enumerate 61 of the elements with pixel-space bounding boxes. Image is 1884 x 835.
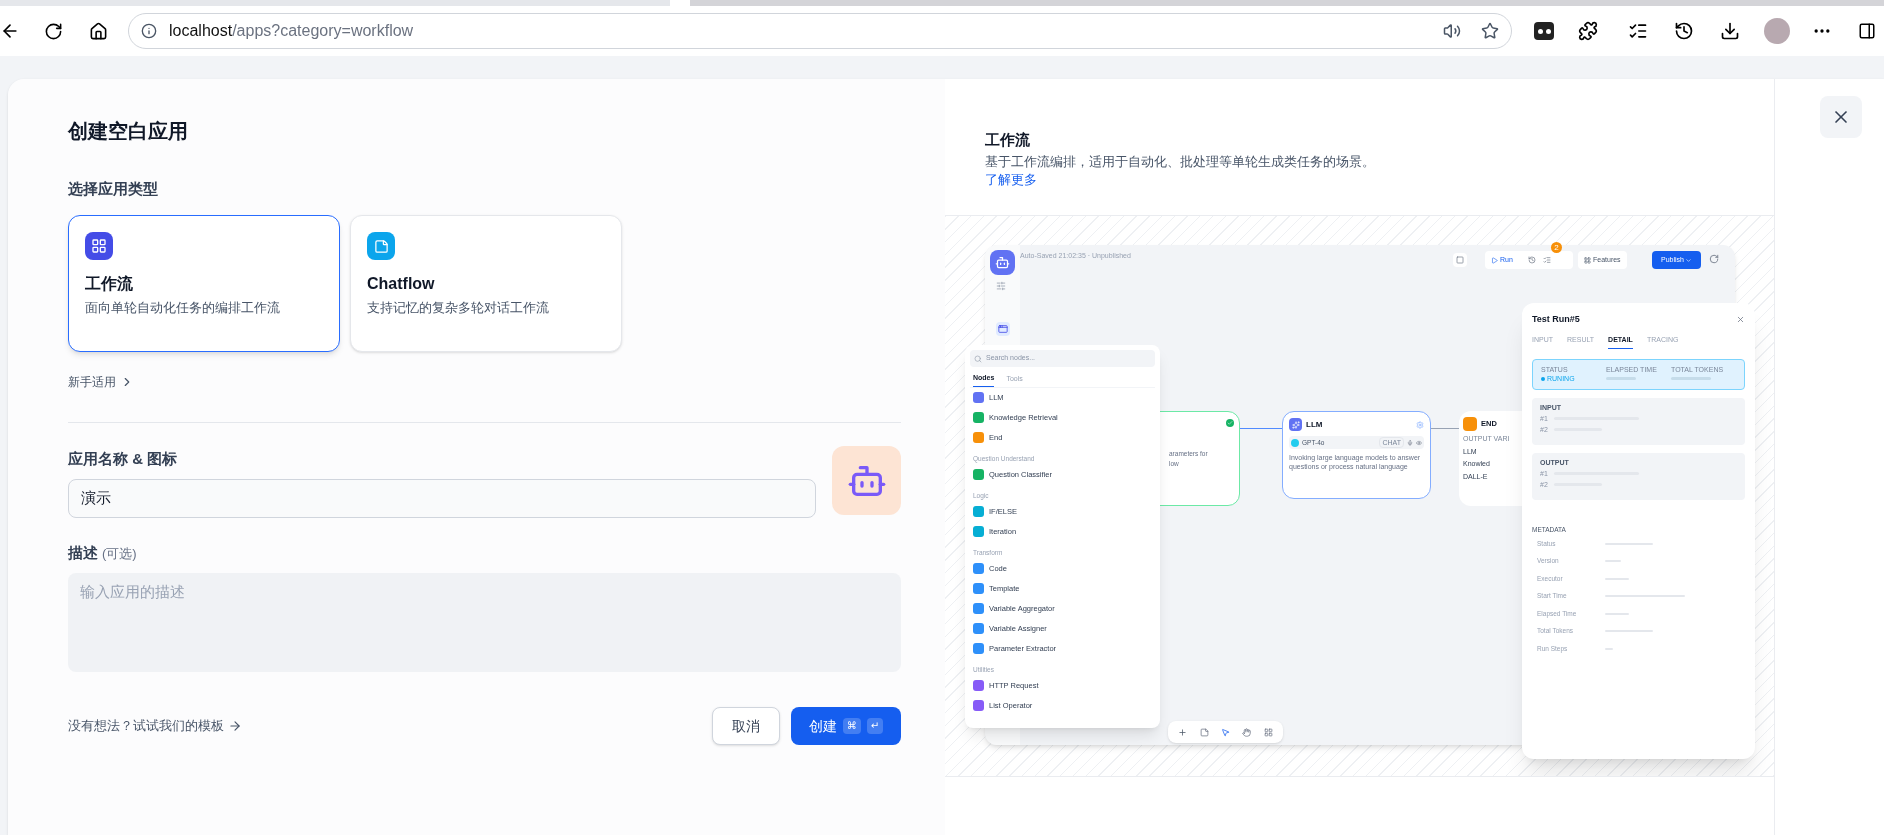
card-description: 支持记忆的复杂多轮对话工作流 — [367, 299, 550, 317]
badge: 2 — [1551, 242, 1562, 253]
field-label: 描述 — [68, 543, 98, 563]
checklist-icon[interactable] — [1542, 256, 1551, 264]
section-label: 选择应用类型 — [68, 179, 159, 199]
template-link[interactable]: 没有想法？试试我们的模板 — [68, 716, 242, 736]
connector-line — [1240, 428, 1282, 429]
beginner-link[interactable]: 新手适用 — [68, 372, 134, 392]
info-icon — [141, 23, 157, 39]
pointer-icon[interactable] — [1220, 727, 1230, 737]
workflow-icon — [85, 232, 113, 260]
history-icon[interactable] — [1674, 21, 1695, 41]
eye-icon — [1416, 439, 1422, 446]
preview-description: 基于工作流编排，适用于自动化、批处理等单轮生成类任务的场景。 了解更多 — [985, 153, 1376, 189]
puzzle-icon[interactable] — [1578, 21, 1599, 41]
chevron-down-icon — [1685, 256, 1692, 264]
star-icon[interactable] — [1481, 22, 1500, 40]
avatar[interactable] — [1764, 18, 1790, 44]
card-title: 工作流 — [85, 274, 134, 294]
connector-line — [1431, 428, 1459, 429]
preview-title: 工作流 — [985, 130, 1031, 150]
home-icon[interactable] — [89, 21, 108, 41]
cancel-button[interactable]: 取消 — [712, 707, 780, 745]
sliders-icon[interactable] — [996, 281, 1006, 291]
reload-icon[interactable] — [44, 21, 63, 41]
learn-more-link[interactable]: 了解更多 — [985, 172, 1037, 187]
download-icon[interactable] — [1720, 21, 1741, 41]
close-button[interactable] — [1820, 96, 1862, 138]
play-icon — [1491, 256, 1498, 264]
window-icon[interactable] — [996, 322, 1010, 336]
close-icon[interactable] — [1736, 315, 1745, 325]
app-type-card[interactable]: 工作流 面向单轮自动化任务的编排工作流 — [68, 215, 340, 352]
microphone-icon — [1407, 439, 1413, 446]
gear-icon — [1416, 420, 1424, 429]
app-type-card[interactable]: Chatflow 支持记忆的复杂多轮对话工作流 — [350, 215, 622, 352]
model-icon — [1291, 438, 1299, 447]
name-field[interactable]: 演示 — [68, 479, 816, 518]
card-description: 面向单轮自动化任务的编排工作流 — [85, 299, 281, 317]
grid-icon — [1584, 256, 1591, 264]
hand-icon[interactable] — [1242, 727, 1252, 737]
description-field[interactable]: 输入应用的描述 — [68, 573, 901, 672]
sidebar-icon[interactable] — [1858, 22, 1876, 40]
url-text: localhost/apps?category=workflow — [169, 21, 414, 41]
optional-note: (可选) — [102, 545, 137, 563]
success-icon — [1226, 419, 1234, 427]
note-icon[interactable] — [1199, 727, 1209, 737]
bot-icon[interactable] — [990, 250, 1015, 275]
add-icon[interactable] — [1178, 727, 1188, 737]
dialog-title: 创建空白应用 — [68, 119, 189, 144]
extension-icon[interactable] — [1534, 22, 1555, 40]
node-title: LLM — [1306, 418, 1323, 431]
create-button[interactable]: 创建 ⌘ ↵ — [791, 707, 901, 745]
speaker-icon[interactable] — [1443, 22, 1462, 40]
app-icon-picker[interactable] — [832, 446, 901, 515]
field-label: 应用名称 & 图标 — [68, 449, 179, 469]
search-icon — [974, 354, 982, 363]
card-title: Chatflow — [367, 274, 436, 294]
panel-title: Test Run#5 — [1532, 313, 1580, 326]
layout-icon[interactable] — [1263, 727, 1273, 737]
llm-icon — [1289, 418, 1302, 431]
chat-icon — [367, 232, 395, 260]
